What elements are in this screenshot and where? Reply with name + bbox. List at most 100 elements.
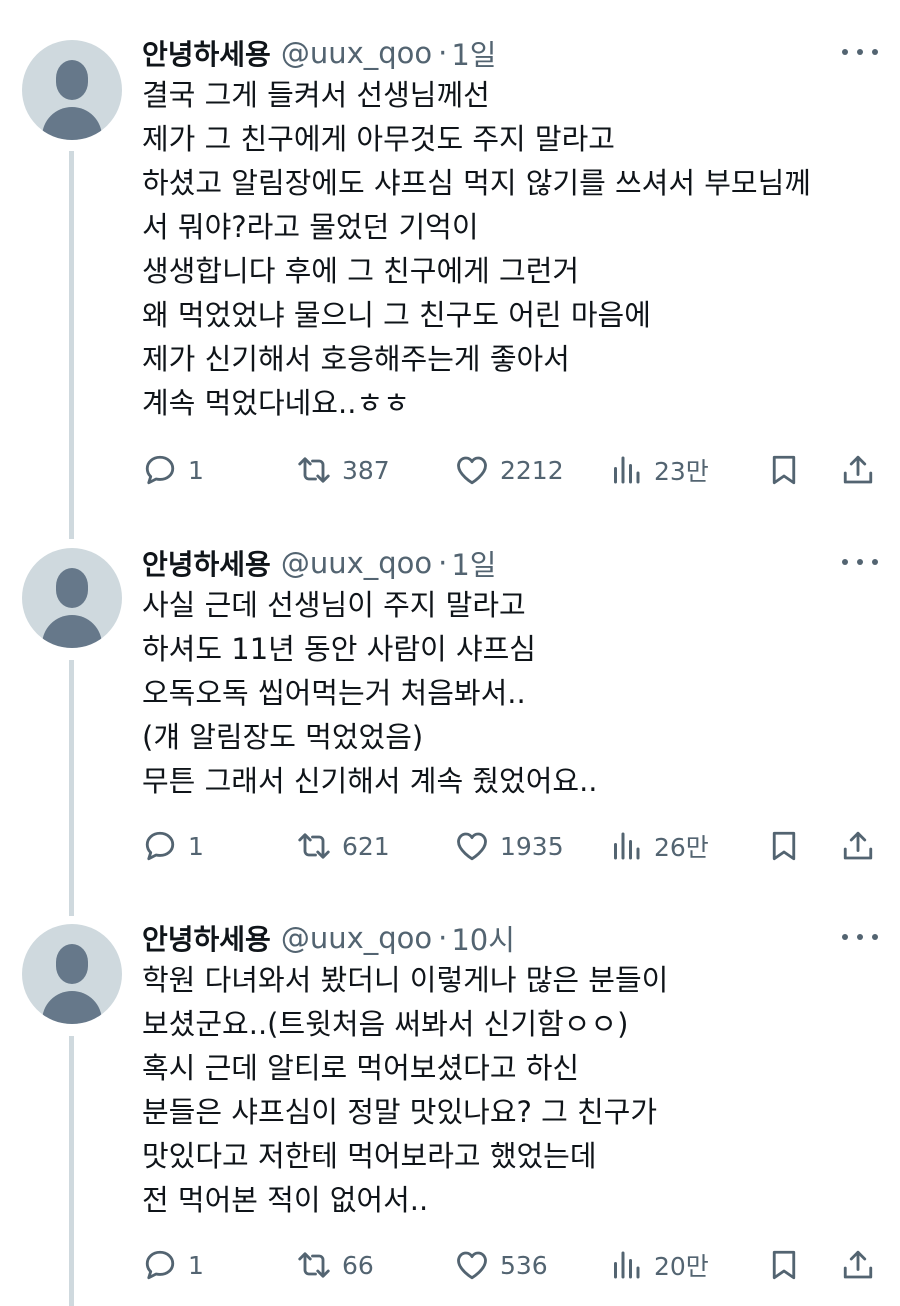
retweet-icon	[298, 1252, 330, 1278]
views-chart-icon	[614, 832, 640, 860]
tweet-header: 안녕하세용 @uux_qoo · 1일	[142, 543, 497, 583]
tweet-text-line: 혹시 근데 알티로 먹어보셨다고 하신	[142, 1051, 580, 1085]
avatar[interactable]	[22, 40, 122, 140]
tweet-text: 사실 근데 선생님이 주지 말라고 하셔도 11년 동안 사람이 샤프심 오독오…	[142, 583, 882, 803]
tweet-text-line: 하셔도 11년 동안 사람이 샤프심	[142, 632, 536, 666]
like-button[interactable]: 1935	[454, 824, 564, 868]
more-options-icon[interactable]	[842, 922, 878, 952]
reply-icon	[145, 1250, 175, 1280]
retweet-icon	[298, 833, 330, 859]
tweet-text: 결국 그게 들켜서 선생님께선 제가 그 친구에게 아무것도 주지 말라고 하셨…	[142, 73, 882, 425]
tweet-text-line: 학원 다녀와서 봤더니 이렇게나 많은 분들이	[142, 963, 669, 997]
more-options-icon[interactable]	[842, 37, 878, 67]
separator-dot: ·	[438, 921, 448, 955]
bookmark-icon	[772, 1250, 796, 1280]
separator-dot: ·	[438, 546, 448, 580]
tweet-header: 안녕하세용 @uux_qoo · 1일	[142, 33, 497, 73]
more-options-icon[interactable]	[842, 547, 878, 577]
user-handle[interactable]: @uux_qoo	[281, 546, 432, 580]
retweet-button[interactable]: 66	[296, 1243, 374, 1287]
bookmark-button[interactable]	[766, 1243, 802, 1287]
tweet-2[interactable]: 안녕하세용 @uux_qoo · 1일 사실 근데 선생님이 주지 말라고 하셔…	[0, 543, 900, 916]
like-count: 2212	[500, 455, 564, 485]
tweet-text: 학원 다녀와서 봤더니 이렇게나 많은 분들이 보셨군요..(트윗처음 써봐서 …	[142, 958, 882, 1222]
views-button[interactable]: 26만	[608, 824, 709, 868]
reply-count: 1	[188, 1250, 204, 1280]
timestamp[interactable]: 1일	[451, 542, 496, 584]
avatar[interactable]	[22, 548, 122, 648]
tweet-text-line: 오독오독 씹어먹는거 처음봐서..	[142, 676, 526, 710]
tweet-text-line: 서 뭐야?라고 물었던 기억이	[142, 210, 479, 244]
views-chart-icon	[614, 1251, 640, 1279]
user-handle[interactable]: @uux_qoo	[281, 921, 432, 955]
tweet-text-line: 무튼 그래서 신기해서 계속 줬었어요..	[142, 764, 598, 798]
share-icon	[843, 455, 873, 484]
tweet-text-line: 분들은 샤프심이 정말 맛있나요? 그 친구가	[142, 1095, 658, 1129]
tweet-text-line: 보셨군요..(트윗처음 써봐서 신기함ㅇㅇ)	[142, 1007, 629, 1041]
user-handle[interactable]: @uux_qoo	[281, 36, 432, 70]
like-count: 536	[500, 1250, 548, 1280]
reply-icon	[145, 455, 175, 485]
like-button[interactable]: 2212	[454, 448, 564, 492]
tweet-text-line: (걔 알림장도 먹었었음)	[142, 720, 424, 754]
heart-icon	[457, 832, 487, 861]
retweet-button[interactable]: 621	[296, 824, 390, 868]
avatar-head-shape	[56, 568, 88, 608]
share-button[interactable]	[840, 448, 876, 492]
tweet-text-line: 결국 그게 들켜서 선생님께선	[142, 78, 490, 112]
tweet-text-line: 제가 신기해서 호응해주는게 좋아서	[142, 342, 570, 376]
views-button[interactable]: 20만	[608, 1243, 709, 1287]
avatar-body-shape	[42, 615, 102, 648]
reply-button[interactable]: 1	[142, 824, 204, 868]
tweet-text-line: 제가 그 친구에게 아무것도 주지 말라고	[142, 122, 615, 156]
tweet-text-line: 생생합니다 후에 그 친구에게 그런거	[142, 254, 580, 288]
heart-icon	[457, 1251, 487, 1280]
display-name[interactable]: 안녕하세용	[142, 33, 271, 73]
action-bar: 1 387 2212 23만	[0, 448, 900, 492]
reply-button[interactable]: 1	[142, 448, 204, 492]
separator-dot: ·	[438, 36, 448, 70]
tweet-3[interactable]: 안녕하세용 @uux_qoo · 10시 학원 다녀와서 봤더니 이렇게나 많은…	[0, 917, 900, 1306]
bookmark-icon	[772, 831, 796, 861]
reply-button[interactable]: 1	[142, 1243, 204, 1287]
reply-count: 1	[188, 831, 204, 861]
tweet-text-line: 맛있다고 저한테 먹어보라고 했었는데	[142, 1139, 597, 1173]
tweet-text-line: 사실 근데 선생님이 주지 말라고	[142, 588, 526, 622]
tweet-1[interactable]: 안녕하세용 @uux_qoo · 1일 결국 그게 들켜서 선생님께선 제가 그…	[0, 33, 900, 539]
display-name[interactable]: 안녕하세용	[142, 918, 271, 958]
action-bar: 1 621 1935 26만	[0, 824, 900, 868]
tweet-text-line: 계속 먹었다네요..ㅎㅎ	[142, 386, 410, 420]
timestamp[interactable]: 10시	[451, 917, 515, 959]
action-bar: 1 66 536 20만	[0, 1243, 900, 1287]
share-button[interactable]	[840, 1243, 876, 1287]
bookmark-icon	[772, 455, 796, 485]
retweet-count: 621	[342, 831, 390, 861]
avatar[interactable]	[22, 924, 122, 1024]
view-count: 23만	[654, 457, 709, 486]
heart-icon	[457, 456, 487, 485]
views-chart-icon	[614, 456, 640, 484]
share-button[interactable]	[840, 824, 876, 868]
reply-icon	[145, 831, 175, 861]
tweet-text-line: 전 먹어본 적이 없어서..	[142, 1183, 429, 1217]
avatar-body-shape	[42, 991, 102, 1024]
retweet-count: 387	[342, 455, 390, 485]
reply-count: 1	[188, 455, 204, 485]
view-count: 26만	[654, 833, 709, 862]
display-name[interactable]: 안녕하세용	[142, 543, 271, 583]
share-icon	[843, 831, 873, 860]
view-count: 20만	[654, 1252, 709, 1281]
retweet-button[interactable]: 387	[296, 448, 390, 492]
like-button[interactable]: 536	[454, 1243, 548, 1287]
like-count: 1935	[500, 831, 564, 861]
bookmark-button[interactable]	[766, 448, 802, 492]
bookmark-button[interactable]	[766, 824, 802, 868]
timestamp[interactable]: 1일	[451, 32, 496, 74]
thread-line	[69, 660, 74, 916]
avatar-head-shape	[56, 60, 88, 100]
retweet-icon	[298, 457, 330, 483]
avatar-head-shape	[56, 944, 88, 984]
retweet-count: 66	[342, 1250, 374, 1280]
views-button[interactable]: 23만	[608, 448, 709, 492]
tweet-text-line: 왜 먹었었냐 물으니 그 친구도 어린 마음에	[142, 298, 651, 332]
